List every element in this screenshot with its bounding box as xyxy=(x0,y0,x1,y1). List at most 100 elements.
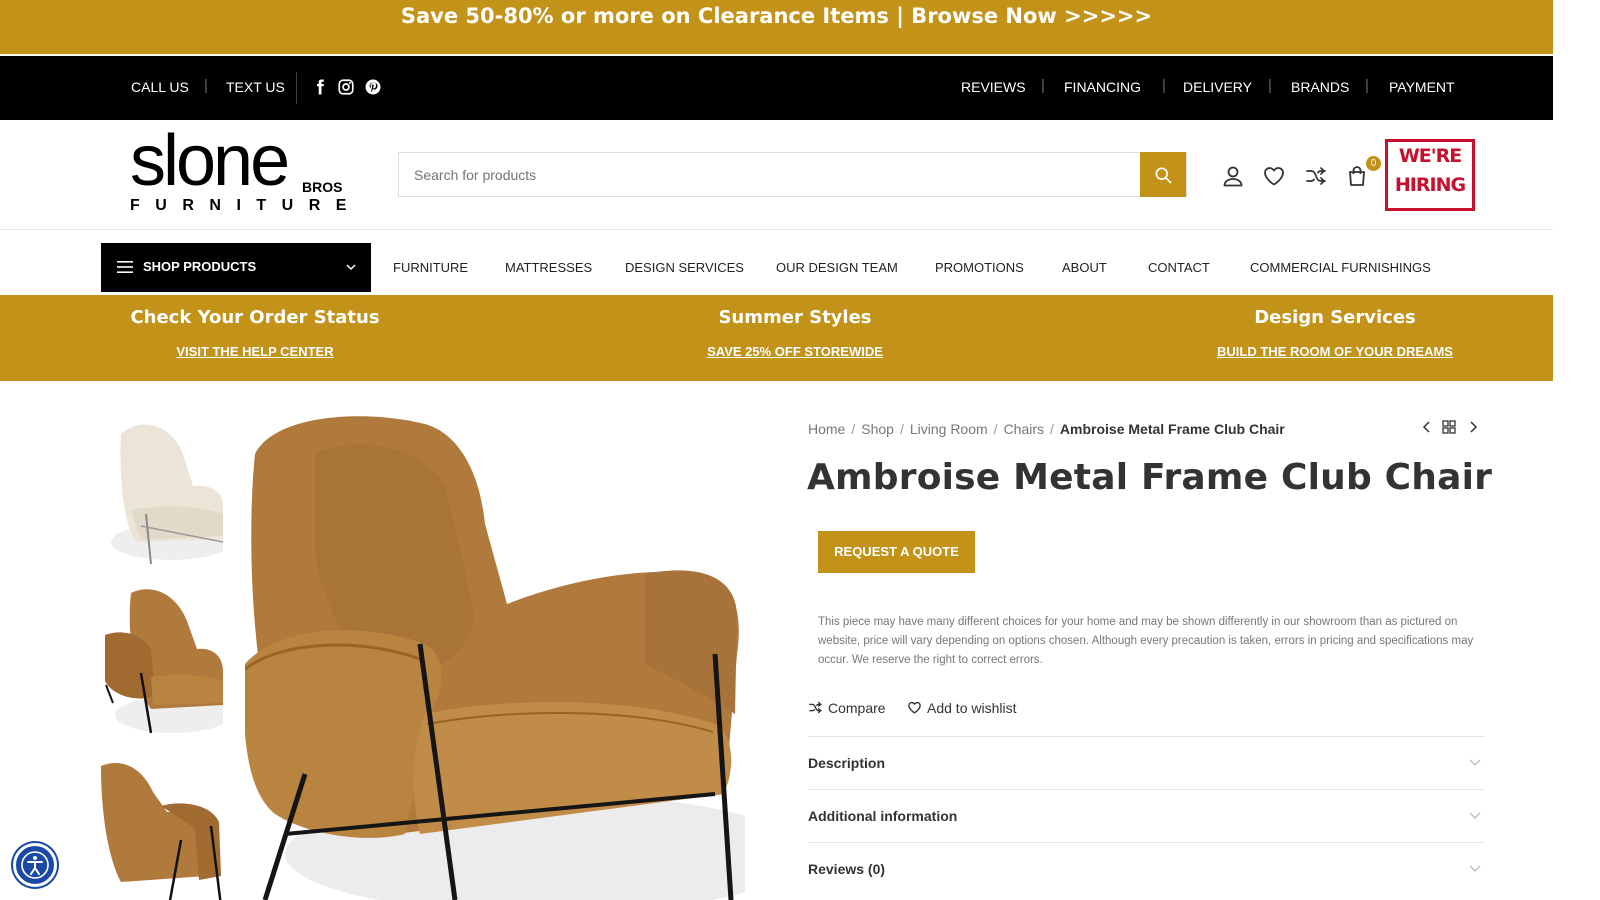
facebook-icon[interactable] xyxy=(311,78,329,96)
accordion-label: Reviews (0) xyxy=(808,861,886,877)
chevron-down-icon xyxy=(1469,812,1481,819)
compare-icon[interactable] xyxy=(1304,164,1328,188)
design-services-link[interactable]: BUILD THE ROOM OF YOUR DREAMS xyxy=(1217,344,1453,359)
separator: | xyxy=(204,77,208,94)
shop-products-button[interactable]: SHOP PRODUCTS xyxy=(101,243,371,292)
brands-link[interactable]: BRANDS xyxy=(1291,79,1349,95)
cart-count-badge: 0 xyxy=(1366,156,1381,171)
accordion-reviews[interactable]: Reviews (0) xyxy=(808,842,1485,895)
promo-text[interactable]: Save 50-80% or more on Clearance Items |… xyxy=(401,0,1152,32)
info-summer-styles: Summer Styles SAVE 25% OFF STOREWIDE xyxy=(595,295,995,361)
nav-item-about[interactable]: ABOUT xyxy=(1062,260,1107,275)
delivery-link[interactable]: DELIVERY xyxy=(1183,79,1252,95)
chevron-left-icon[interactable] xyxy=(1421,420,1433,434)
text-us-link[interactable]: TEXT US xyxy=(226,79,285,95)
nav-item-our-design-team[interactable]: OUR DESIGN TEAM xyxy=(776,260,898,275)
help-center-link[interactable]: VISIT THE HELP CENTER xyxy=(176,344,333,359)
compare-label: Compare xyxy=(828,700,886,716)
search-button[interactable] xyxy=(1140,152,1186,197)
nav-item-mattresses[interactable]: MATTRESSES xyxy=(505,260,592,275)
chevron-right-icon[interactable] xyxy=(1467,420,1479,434)
chair-thumbnail-image xyxy=(105,589,223,734)
separator: | xyxy=(1365,77,1369,94)
info-design-services: Design Services BUILD THE ROOM OF YOUR D… xyxy=(1135,295,1535,361)
hiring-line-1: WE'RE xyxy=(1398,145,1462,167)
accessibility-icon xyxy=(21,851,49,879)
hamburger-icon xyxy=(117,261,133,273)
breadcrumb-separator: / xyxy=(993,421,998,437)
chevron-down-icon xyxy=(1469,759,1481,766)
info-band: Check Your Order Status VISIT THE HELP C… xyxy=(0,295,1553,381)
chevron-down-icon xyxy=(346,264,356,271)
breadcrumb-home[interactable]: Home xyxy=(808,421,845,437)
pinterest-icon[interactable] xyxy=(364,78,382,96)
breadcrumb-chairs[interactable]: Chairs xyxy=(1004,421,1044,437)
nav-item-contact[interactable]: CONTACT xyxy=(1148,260,1210,275)
accordion-label: Additional information xyxy=(808,808,958,824)
reviews-link[interactable]: REVIEWS xyxy=(961,79,1026,95)
accessibility-button[interactable] xyxy=(13,843,57,887)
hiring-line-2: HIRING xyxy=(1394,174,1466,196)
product-thumbnail[interactable] xyxy=(101,414,223,572)
product-thumbnail[interactable] xyxy=(101,585,223,743)
search-input[interactable] xyxy=(399,153,1141,196)
top-bar: CALL US | TEXT US REVIEWS | FINANCING | … xyxy=(0,56,1553,120)
accordion-label: Description xyxy=(808,755,886,771)
payment-link[interactable]: PAYMENT xyxy=(1389,79,1455,95)
product-title: Ambroise Metal Frame Club Chair xyxy=(807,457,1493,498)
product-main-image[interactable] xyxy=(245,414,745,900)
chair-thumbnail-image xyxy=(101,763,222,900)
search-icon xyxy=(1155,167,1172,183)
search-bar xyxy=(398,152,1187,197)
separator: | xyxy=(1162,77,1166,94)
logo-bros: BROS xyxy=(302,179,343,195)
nav-item-design-services[interactable]: DESIGN SERVICES xyxy=(625,260,744,275)
shop-products-label: SHOP PRODUCTS xyxy=(143,259,257,274)
breadcrumb-current: Ambroise Metal Frame Club Chair xyxy=(1059,421,1285,437)
site-logo[interactable]: slone BROS FURNITURE xyxy=(130,125,350,215)
heart-icon xyxy=(908,701,921,714)
nav-item-furniture[interactable]: FURNITURE xyxy=(393,260,468,275)
product-thumbnail[interactable] xyxy=(101,756,223,900)
separator: | xyxy=(1041,77,1045,94)
heart-icon[interactable] xyxy=(1262,164,1286,188)
wishlist-label: Add to wishlist xyxy=(927,700,1017,716)
grid-icon[interactable] xyxy=(1442,420,1456,434)
separator: | xyxy=(1268,77,1272,94)
chair-thumbnail-image xyxy=(111,424,223,565)
chevron-down-icon xyxy=(1469,865,1481,872)
logo-furniture: FURNITURE xyxy=(130,197,362,214)
request-quote-button[interactable]: REQUEST A QUOTE xyxy=(818,531,975,573)
info-title: Design Services xyxy=(1254,307,1416,328)
product-navigation xyxy=(1415,419,1485,435)
call-us-link[interactable]: CALL US xyxy=(131,79,189,95)
chair-product-image xyxy=(245,416,745,900)
nav-item-promotions[interactable]: PROMOTIONS xyxy=(935,260,1024,275)
logo-wordmark: slone xyxy=(130,121,290,201)
accordion-description[interactable]: Description xyxy=(808,736,1485,789)
cart-icon[interactable] xyxy=(1345,164,1369,188)
info-title: Summer Styles xyxy=(718,307,872,328)
info-order-status: Check Your Order Status VISIT THE HELP C… xyxy=(55,295,455,361)
financing-link[interactable]: FINANCING xyxy=(1064,79,1141,95)
storewide-sale-link[interactable]: SAVE 25% OFF STOREWIDE xyxy=(707,344,883,359)
compare-button[interactable]: Compare xyxy=(808,700,886,716)
site-header: slone BROS FURNITURE 0 WE'RE HIRING xyxy=(0,120,1553,230)
breadcrumb-living-room[interactable]: Living Room xyxy=(910,421,988,437)
compare-icon xyxy=(809,701,822,714)
breadcrumb-shop[interactable]: Shop xyxy=(861,421,894,437)
user-icon[interactable] xyxy=(1221,164,1245,188)
promo-banner[interactable]: Save 50-80% or more on Clearance Items |… xyxy=(0,0,1553,54)
breadcrumb-separator: / xyxy=(899,421,904,437)
info-title: Check Your Order Status xyxy=(130,307,380,328)
nav-item-commercial-furnishings[interactable]: COMMERCIAL FURNISHINGS xyxy=(1250,260,1431,275)
breadcrumb-separator: / xyxy=(1050,421,1054,437)
divider xyxy=(296,72,297,104)
breadcrumb: Home / Shop / Living Room / Chairs / Ambroise Me… xyxy=(808,421,1285,437)
add-to-wishlist-button[interactable]: Add to wishlist xyxy=(907,700,1016,716)
instagram-icon[interactable] xyxy=(337,78,355,96)
accordion-additional-information[interactable]: Additional information xyxy=(808,789,1485,842)
hiring-badge[interactable]: WE'RE HIRING xyxy=(1385,139,1475,211)
breadcrumb-separator: / xyxy=(851,421,856,437)
main-nav: SHOP PRODUCTS FURNITURE MATTRESSES DESIG… xyxy=(0,230,1553,295)
